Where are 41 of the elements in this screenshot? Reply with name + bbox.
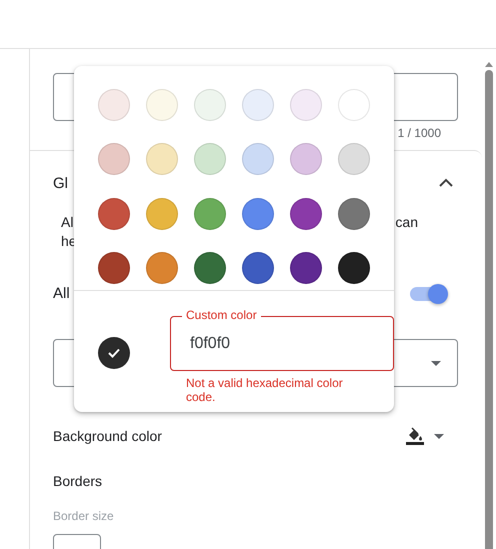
section-text: Al <box>61 213 74 232</box>
color-swatch[interactable] <box>290 143 322 176</box>
border-size-label: Border size <box>53 509 115 523</box>
color-swatch[interactable] <box>146 143 178 176</box>
color-swatch[interactable] <box>194 89 226 121</box>
dropdown-caret-icon[interactable] <box>434 434 444 438</box>
scrollbar-thumb[interactable] <box>485 70 493 549</box>
dropdown-caret-icon <box>431 360 441 366</box>
character-counter: 1 / 1000 <box>396 126 441 140</box>
color-swatch[interactable] <box>194 198 226 230</box>
color-swatch[interactable] <box>146 89 178 121</box>
toggle-switch[interactable] <box>410 286 446 300</box>
color-swatch[interactable] <box>146 198 178 230</box>
color-swatch[interactable] <box>194 252 226 284</box>
color-swatch[interactable] <box>98 89 130 121</box>
color-swatch[interactable] <box>290 89 322 121</box>
scroll-up-arrow-icon[interactable] <box>485 62 493 67</box>
error-message: Not a valid hexadecimal color code. <box>185 375 344 404</box>
color-swatch[interactable] <box>338 89 370 121</box>
background-color-label: Background color <box>53 428 162 444</box>
color-swatch[interactable] <box>242 198 274 230</box>
color-swatch[interactable] <box>338 252 370 284</box>
color-swatch[interactable] <box>290 252 322 284</box>
paint-bucket-icon[interactable] <box>406 427 424 445</box>
color-swatch[interactable] <box>242 252 274 284</box>
color-swatch[interactable] <box>98 198 130 230</box>
color-swatch[interactable] <box>98 252 130 284</box>
color-swatch[interactable] <box>146 252 178 284</box>
color-swatch[interactable] <box>242 89 274 121</box>
color-swatch[interactable] <box>338 143 370 176</box>
color-swatch[interactable] <box>290 198 322 230</box>
section-title: Gl <box>53 174 68 192</box>
section-text: can <box>395 213 418 232</box>
custom-color-label: Custom color <box>182 308 261 322</box>
borders-heading: Borders <box>53 473 104 489</box>
toggle-label: All <box>53 285 70 302</box>
color-swatch[interactable] <box>98 143 130 176</box>
color-swatch[interactable] <box>194 143 226 176</box>
color-swatch[interactable] <box>242 143 274 176</box>
color-swatch[interactable] <box>338 198 370 230</box>
checkmark-icon <box>108 348 120 358</box>
